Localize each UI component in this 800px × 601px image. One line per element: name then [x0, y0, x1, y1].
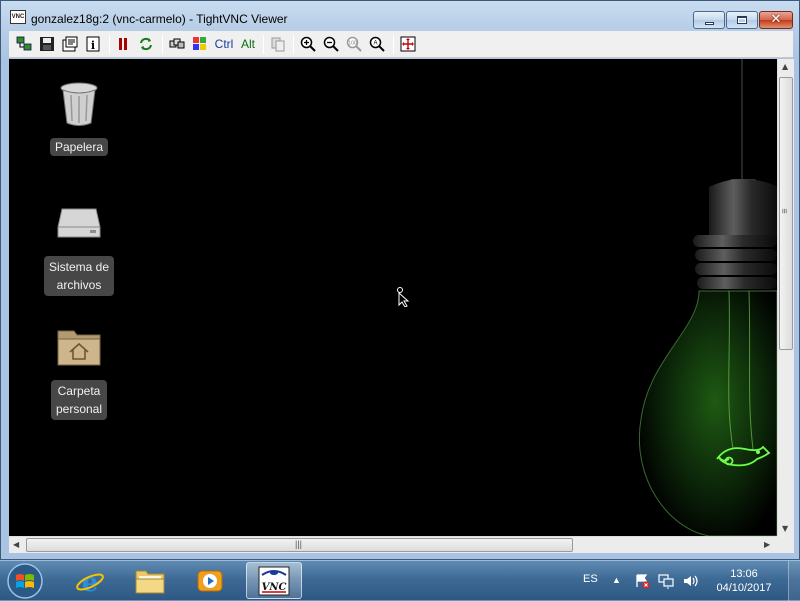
zoom-in-icon[interactable] — [299, 35, 317, 53]
ctrl-key-button[interactable]: Ctrl — [213, 35, 235, 53]
internet-explorer-icon: e — [76, 568, 104, 596]
show-desktop-button[interactable] — [788, 561, 800, 601]
pause-icon[interactable] — [114, 35, 132, 53]
desktop-icon-label: Papelera — [49, 138, 109, 156]
desktop-icon-home-folder[interactable]: Carpeta personal — [34, 325, 124, 420]
remote-desktop[interactable]: Papelera Sistema de archivos Carpeta per… — [9, 59, 777, 536]
network-icon[interactable] — [658, 573, 674, 589]
title-bar[interactable]: VNC gonzalez18g:2 (vnc-carmelo) - TightV… — [1, 1, 799, 31]
toolbar: i Ctrl Alt 100 A — [9, 31, 793, 58]
desktop-icon-label-line2: personal — [55, 402, 103, 416]
toolbar-separator — [393, 35, 394, 54]
clock-date: 04/10/2017 — [716, 582, 772, 594]
close-button[interactable]: ✕ — [759, 11, 793, 29]
toolbar-separator — [162, 35, 163, 54]
save-icon[interactable] — [38, 35, 56, 53]
vertical-scroll-thumb[interactable]: ≡ — [779, 77, 793, 350]
ctrl-alt-del-icon[interactable] — [168, 35, 186, 53]
svg-text:i: i — [91, 39, 95, 52]
desktop-icon-filesystem[interactable]: Sistema de archivos — [34, 205, 124, 296]
svg-text:A: A — [373, 41, 377, 47]
desktop-icon-label-line2: archivos — [56, 278, 102, 292]
action-center-icon[interactable] — [634, 573, 650, 589]
hard-drive-icon — [57, 208, 101, 238]
taskbar: e VNC ES ▲ 13:06 04/10/2017 — [0, 560, 800, 601]
svg-text:e: e — [82, 568, 99, 596]
taskbar-media-player[interactable] — [182, 562, 238, 599]
scroll-right-arrow-icon[interactable]: ▶ — [764, 540, 770, 549]
minimize-button[interactable] — [693, 11, 725, 29]
tightvnc-icon: VNC — [258, 566, 290, 595]
scroll-down-arrow-icon[interactable]: ▼ — [782, 524, 788, 533]
wallpaper-lightbulb — [639, 59, 777, 536]
scrollbar-corner — [777, 536, 794, 553]
language-indicator[interactable]: ES — [583, 573, 598, 585]
ctrl-key-label: Ctrl — [214, 37, 234, 51]
close-icon: ✕ — [770, 12, 782, 27]
refresh-icon[interactable] — [137, 35, 155, 53]
grip-icon: ||| — [295, 539, 303, 549]
zoom-100-icon[interactable]: 100 — [345, 35, 363, 53]
vnc-app-icon[interactable]: VNC — [10, 10, 26, 24]
ctrl-esc-icon[interactable] — [191, 35, 209, 53]
taskbar-file-explorer[interactable] — [122, 562, 178, 599]
taskbar-tightvnc[interactable]: VNC — [246, 562, 302, 599]
show-hidden-icons-icon[interactable]: ▲ — [612, 575, 621, 585]
maximize-button[interactable] — [726, 11, 758, 29]
new-connection-icon[interactable] — [15, 35, 33, 53]
toolbar-separator — [109, 35, 110, 54]
toolbar-separator — [263, 35, 264, 54]
volume-icon[interactable] — [682, 573, 698, 589]
media-player-icon — [197, 570, 223, 591]
window-title: gonzalez18g:2 (vnc-carmelo) - TightVNC V… — [31, 12, 288, 26]
fullscreen-icon[interactable] — [399, 35, 417, 53]
folder-icon — [135, 570, 165, 593]
desktop-icon-label-line1: Carpeta — [57, 384, 101, 398]
zoom-out-icon[interactable] — [322, 35, 340, 53]
toolbar-separator — [293, 35, 294, 54]
desktop-icon-label: Sistema de archivos — [43, 256, 115, 296]
grip-icon: ≡ — [779, 208, 790, 214]
trash-icon — [60, 82, 98, 126]
desktop-icon-label: Carpeta personal — [50, 380, 108, 420]
alt-key-label: Alt — [240, 37, 255, 51]
scroll-left-arrow-icon[interactable]: ◀ — [13, 540, 19, 549]
desktop-icon-trash[interactable]: Papelera — [34, 81, 124, 156]
desktop-icon-label-line1: Sistema de — [48, 260, 110, 274]
system-clock[interactable]: 13:06 04/10/2017 — [704, 567, 784, 595]
options-icon[interactable] — [61, 35, 79, 53]
minimize-icon — [704, 21, 714, 25]
zoom-auto-icon[interactable]: A — [368, 35, 386, 53]
start-button[interactable] — [4, 562, 46, 600]
connection-info-icon[interactable]: i — [84, 35, 102, 53]
clipboard-icon — [269, 35, 287, 53]
vnc-viewer-window: VNC gonzalez18g:2 (vnc-carmelo) - TightV… — [0, 0, 800, 560]
mouse-cursor-icon — [397, 287, 410, 307]
scroll-up-arrow-icon[interactable]: ▲ — [782, 62, 788, 71]
home-folder-icon — [57, 330, 101, 366]
svg-text:100: 100 — [348, 41, 357, 47]
clock-time: 13:06 — [730, 568, 758, 580]
vertical-scrollbar[interactable]: ▲ ≡ ▼ — [777, 59, 794, 536]
windows-logo-icon — [7, 563, 43, 599]
alt-key-button[interactable]: Alt — [238, 35, 258, 53]
maximize-icon — [737, 16, 747, 24]
taskbar-internet-explorer[interactable]: e — [62, 562, 118, 599]
horizontal-scroll-thumb[interactable]: ||| — [26, 538, 573, 552]
horizontal-scrollbar[interactable]: ◀ ||| ▶ — [9, 536, 777, 553]
